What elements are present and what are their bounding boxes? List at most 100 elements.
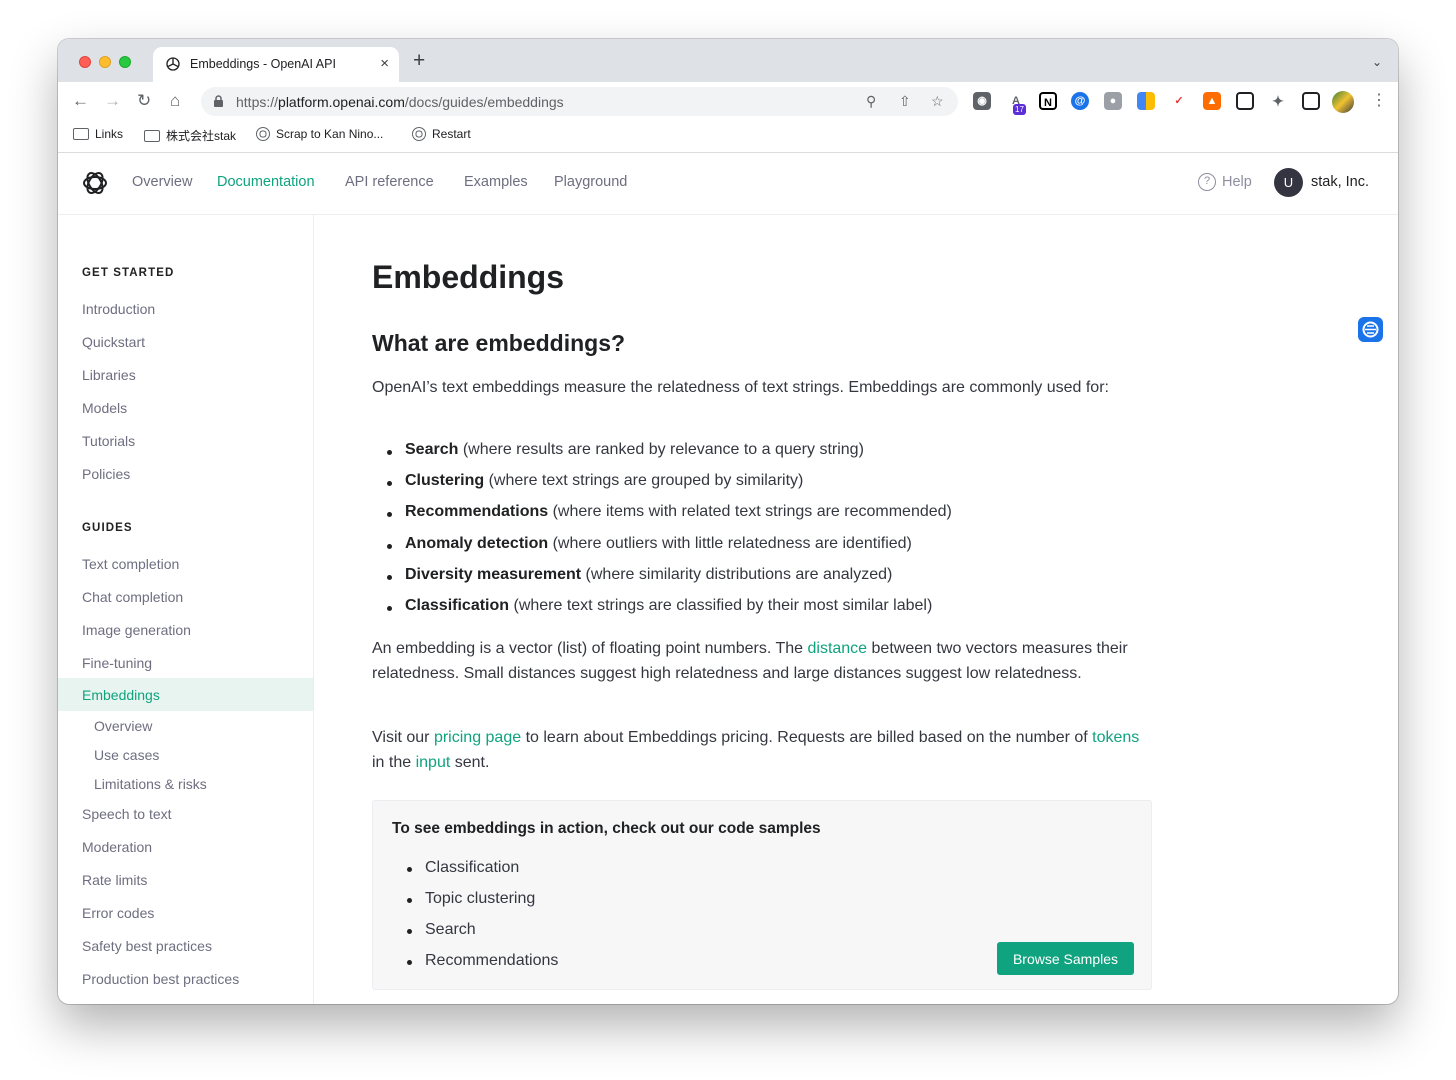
help-label: Help <box>1222 174 1252 190</box>
sidebar-item-models[interactable]: Models <box>82 400 127 416</box>
nav-playground[interactable]: Playground <box>554 174 627 190</box>
sidebar-subitem-limitations-risks[interactable]: Limitations & risks <box>94 776 207 792</box>
bookmark-label: Restart <box>432 127 471 141</box>
reload-icon[interactable]: ↻ <box>137 91 151 111</box>
more-menu-icon[interactable]: ⋮ <box>1371 90 1387 110</box>
zoom-search-icon[interactable]: ⚲ <box>866 93 876 110</box>
use-term: Classification <box>405 596 510 614</box>
page-title: Embeddings <box>372 259 565 295</box>
camera-extension-icon[interactable]: ● <box>1104 92 1122 110</box>
tab-title: Embeddings - OpenAI API <box>190 57 336 71</box>
para-text: in the <box>372 753 416 771</box>
nav-overview[interactable]: Overview <box>132 174 192 190</box>
pricing-paragraph: Visit our pricing page to learn about Em… <box>372 726 1152 775</box>
puzzle-extensions-icon[interactable]: ✦ <box>1269 92 1287 110</box>
bookmark-stak[interactable]: 株式会社stak <box>144 127 236 144</box>
sidebar-subitem-use-cases[interactable]: Use cases <box>94 747 159 763</box>
use-cases-list: Search (where results are ranked by rele… <box>372 441 1152 628</box>
minimize-window-button[interactable] <box>99 56 111 68</box>
list-item: Recommendations <box>392 952 558 983</box>
sidebar-item-image-generation[interactable]: Image generation <box>82 622 191 638</box>
url-text[interactable]: https://platform.openai.com/docs/guides/… <box>236 94 564 110</box>
bookmark-restart[interactable]: Restart <box>412 127 471 141</box>
maximize-window-button[interactable] <box>119 56 131 68</box>
list-item: Search <box>392 921 558 952</box>
sidebar-item-moderation[interactable]: Moderation <box>82 839 152 855</box>
tab-close-icon[interactable]: × <box>380 55 389 72</box>
code-samples-callout: To see embeddings in action, check out o… <box>372 800 1152 990</box>
check-extension-icon[interactable]: ✓ <box>1170 92 1188 110</box>
nav-examples[interactable]: Examples <box>464 174 528 190</box>
browser-tab[interactable]: Embeddings - OpenAI API × <box>153 47 399 82</box>
list-item: Clustering (where text strings are group… <box>372 472 1152 503</box>
input-link[interactable]: input <box>416 754 451 771</box>
sidebar-item-safety-best-practices[interactable]: Safety best practices <box>82 938 212 954</box>
openai-favicon-icon <box>166 57 180 71</box>
sidebar-item-text-completion[interactable]: Text completion <box>82 556 179 572</box>
bookmark-links[interactable]: Links <box>73 127 123 141</box>
samples-title: To see embeddings in action, check out o… <box>392 820 821 837</box>
new-tab-button[interactable]: + <box>413 50 425 71</box>
sidebar-item-embeddings[interactable]: Embeddings <box>82 687 160 703</box>
at-extension-icon[interactable]: @ <box>1071 92 1089 110</box>
bookmark-star-icon[interactable]: ☆ <box>931 93 944 110</box>
sidebar-subitem-overview[interactable]: Overview <box>94 718 152 734</box>
list-item: Classification (where text strings are c… <box>372 597 1152 628</box>
openai-logo-icon[interactable] <box>82 170 108 196</box>
figure-extension-icon[interactable]: ▲ <box>1203 92 1221 110</box>
para-text: Visit our <box>372 729 434 746</box>
para-text: sent. <box>450 753 490 771</box>
sidebar-item-chat-completion[interactable]: Chat completion <box>82 589 183 605</box>
address-bar[interactable]: https://platform.openai.com/docs/guides/… <box>201 87 958 116</box>
folder-icon <box>144 129 160 142</box>
user-avatar[interactable]: U <box>1274 168 1303 197</box>
share-icon[interactable]: ⇧ <box>899 93 911 110</box>
sidebar-item-policies[interactable]: Policies <box>82 466 130 482</box>
bookmark-label: Links <box>95 127 124 141</box>
distance-link[interactable]: distance <box>807 640 867 657</box>
shield-extension-icon[interactable]: ◉ <box>973 92 991 110</box>
use-term: Search <box>405 441 459 458</box>
tokens-link[interactable]: tokens <box>1092 729 1139 746</box>
sidebar-item-production-best-practices[interactable]: Production best practices <box>82 971 239 987</box>
tab-strip: Embeddings - OpenAI API × + ⌄ <box>58 39 1398 82</box>
globe-icon <box>412 127 426 141</box>
list-item: Anomaly detection (where outliers with l… <box>372 535 1152 566</box>
use-term: Anomaly detection <box>405 534 549 552</box>
bookmarks-bar: Links 株式会社stak Scrap to Kan Nino... Rest… <box>58 121 1398 153</box>
nav-api-reference[interactable]: API reference <box>345 174 434 190</box>
pricing-page-link[interactable]: pricing page <box>434 729 521 746</box>
site-header: Overview Documentation API reference Exa… <box>58 153 1398 215</box>
globe-icon <box>256 127 270 141</box>
sidebar-item-quickstart[interactable]: Quickstart <box>82 334 145 350</box>
side-panel-icon[interactable] <box>1302 92 1320 110</box>
picture-in-picture-icon[interactable] <box>1236 92 1254 110</box>
floating-extension-icon[interactable] <box>1358 317 1383 342</box>
sidebar-item-tutorials[interactable]: Tutorials <box>82 433 135 449</box>
sidebar-item-introduction[interactable]: Introduction <box>82 301 155 317</box>
forward-arrow-icon[interactable]: → <box>104 91 121 111</box>
sidebar-item-libraries[interactable]: Libraries <box>82 367 136 383</box>
notion-extension-icon[interactable]: N <box>1039 92 1057 110</box>
browse-samples-button[interactable]: Browse Samples <box>997 942 1134 975</box>
extension-badge: 17 <box>1013 104 1026 115</box>
sidebar-item-fine-tuning[interactable]: Fine-tuning <box>82 655 152 671</box>
home-icon[interactable]: ⌂ <box>170 91 180 111</box>
help-link[interactable]: ? Help <box>1198 173 1252 191</box>
org-name[interactable]: stak, Inc. <box>1311 174 1369 190</box>
sidebar-item-error-codes[interactable]: Error codes <box>82 905 154 921</box>
intro-paragraph: OpenAI’s text embeddings measure the rel… <box>372 379 1109 396</box>
close-window-button[interactable] <box>79 56 91 68</box>
list-item: Classification <box>392 859 558 890</box>
nav-documentation[interactable]: Documentation <box>217 174 315 190</box>
back-arrow-icon[interactable]: ← <box>72 91 89 111</box>
list-item: Topic clustering <box>392 890 558 921</box>
para-text: to learn about Embeddings pricing. Reque… <box>521 729 1093 746</box>
grid-extension-icon[interactable] <box>1137 92 1155 110</box>
sidebar-item-rate-limits[interactable]: Rate limits <box>82 872 147 888</box>
profile-avatar[interactable] <box>1332 91 1354 113</box>
bookmark-scrap[interactable]: Scrap to Kan Nino... <box>256 127 383 141</box>
tab-search-chevron-icon[interactable]: ⌄ <box>1372 55 1382 69</box>
sidebar-item-speech-to-text[interactable]: Speech to text <box>82 806 172 822</box>
sidebar-heading-get-started: GET STARTED <box>82 267 175 279</box>
